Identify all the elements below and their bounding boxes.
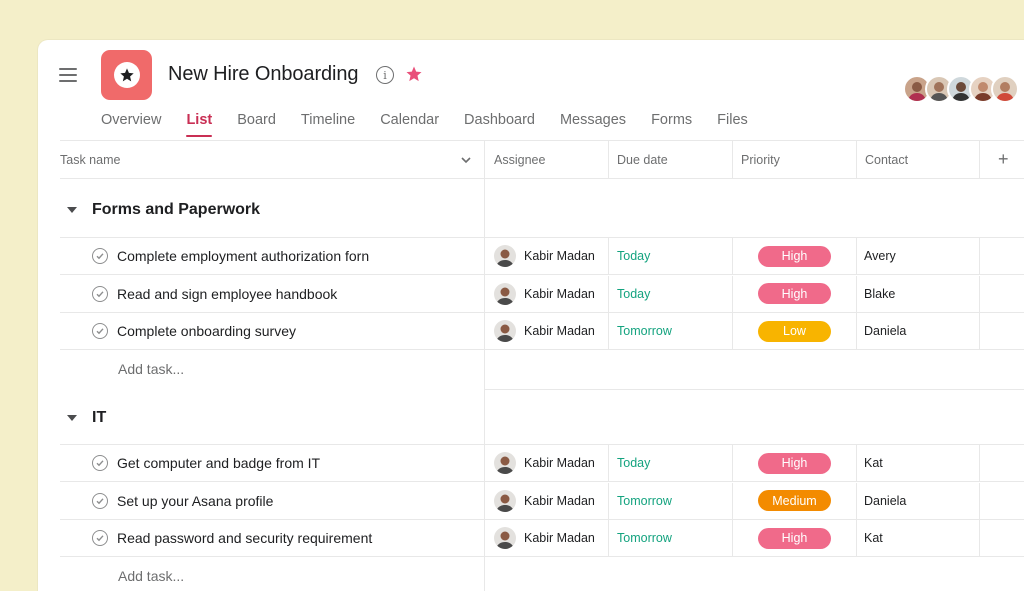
priority-cell[interactable]: Low (758, 313, 831, 349)
column-priority[interactable]: Priority (741, 141, 780, 178)
complete-checkbox-icon[interactable] (92, 285, 108, 302)
table-row[interactable]: Get computer and badge from IT Kabir Mada… (60, 445, 1024, 482)
caret-down-icon[interactable] (67, 207, 77, 213)
assignee-name: Kabir Madan (524, 324, 595, 338)
member-avatars[interactable] (903, 75, 1019, 103)
avatar (494, 320, 516, 342)
complete-checkbox-icon[interactable] (92, 530, 108, 546)
divider (979, 141, 980, 179)
table-row[interactable]: Complete employment authorization forn Ka… (60, 238, 1024, 275)
avatar (494, 282, 516, 305)
project-title: New Hire Onboarding (168, 63, 359, 85)
due-date[interactable]: Tomorrow (617, 483, 672, 519)
column-header-row: Task name Assignee Due date Priority Con… (60, 141, 1024, 179)
assignee-cell[interactable]: Kabir Madan (494, 276, 595, 312)
chevron-down-icon[interactable] (460, 154, 472, 166)
priority-badge: High (758, 283, 831, 304)
add-column-button[interactable]: + (998, 141, 1009, 178)
avatar (494, 245, 516, 267)
task-name[interactable]: Complete employment authorization forn (117, 238, 369, 274)
avatar (494, 452, 516, 474)
due-date[interactable]: Today (617, 276, 650, 312)
assignee-cell[interactable]: Kabir Madan (494, 483, 595, 519)
section-header[interactable]: Forms and Paperwork (67, 201, 260, 219)
assignee-cell[interactable]: Kabir Madan (494, 313, 595, 349)
due-date[interactable]: Today (617, 238, 650, 274)
table-row[interactable]: Read and sign employee handbook Kabir Mad… (60, 275, 1024, 313)
priority-badge: High (758, 245, 831, 267)
complete-checkbox-icon[interactable] (92, 248, 108, 264)
caret-down-icon[interactable] (67, 415, 77, 421)
column-contact[interactable]: Contact (865, 141, 908, 178)
avatar[interactable] (991, 75, 1019, 103)
task-name[interactable]: Get computer and badge from IT (117, 445, 320, 481)
priority-badge: Low (758, 320, 831, 342)
divider (732, 141, 733, 179)
priority-cell[interactable]: High (758, 445, 831, 481)
task-name[interactable]: Read password and security requirement (117, 520, 372, 556)
complete-checkbox-icon[interactable] (92, 323, 108, 339)
assignee-name: Kabir Madan (524, 493, 595, 508)
tab-timeline[interactable]: Timeline (301, 112, 355, 137)
tab-files[interactable]: Files (717, 112, 748, 137)
contact-cell[interactable]: Kat (864, 520, 883, 556)
tab-forms[interactable]: Forms (651, 112, 692, 137)
assignee-cell[interactable]: Kabir Madan (494, 445, 595, 481)
project-tabs: Overview List Board Timeline Calendar Da… (101, 112, 773, 137)
tab-list[interactable]: List (186, 112, 212, 137)
divider (484, 389, 1024, 390)
menu-icon[interactable] (59, 68, 77, 82)
tab-overview[interactable]: Overview (101, 112, 161, 137)
assignee-cell[interactable]: Kabir Madan (494, 238, 595, 274)
priority-badge: Medium (758, 490, 831, 511)
column-due-date[interactable]: Due date (617, 141, 668, 178)
divider (856, 141, 857, 179)
table-row[interactable]: Read password and security requirement Ka… (60, 520, 1024, 557)
contact-cell[interactable]: Blake (864, 276, 895, 312)
project-icon[interactable] (101, 50, 152, 100)
complete-checkbox-icon[interactable] (92, 492, 108, 509)
tab-dashboard[interactable]: Dashboard (464, 112, 535, 137)
add-task-button[interactable]: Add task... (118, 361, 184, 377)
contact-cell[interactable]: Kat (864, 445, 883, 481)
add-task-button[interactable]: Add task... (118, 568, 184, 584)
avatar (494, 489, 516, 512)
priority-badge: High (758, 527, 831, 549)
contact-cell[interactable]: Daniela (864, 313, 906, 349)
contact-cell[interactable]: Avery (864, 238, 896, 274)
priority-cell[interactable]: Medium (758, 483, 831, 519)
assignee-name: Kabir Madan (524, 531, 595, 545)
info-icon[interactable]: i (376, 66, 394, 84)
complete-checkbox-icon[interactable] (92, 455, 108, 471)
due-date[interactable]: Tomorrow (617, 313, 672, 349)
tab-calendar[interactable]: Calendar (380, 112, 439, 137)
priority-cell[interactable]: High (758, 238, 831, 274)
table-row[interactable]: Set up your Asana profile Kabir Madan Tomo… (60, 482, 1024, 520)
column-assignee[interactable]: Assignee (494, 141, 545, 178)
priority-cell[interactable]: High (758, 520, 831, 556)
task-name[interactable]: Complete onboarding survey (117, 313, 296, 349)
task-name[interactable]: Read and sign employee handbook (117, 276, 337, 312)
tab-messages[interactable]: Messages (560, 112, 626, 137)
favorite-star-icon[interactable] (405, 65, 423, 83)
assignee-name: Kabir Madan (524, 286, 595, 301)
assignee-name: Kabir Madan (524, 249, 595, 263)
due-date[interactable]: Tomorrow (617, 520, 672, 556)
divider (608, 141, 609, 179)
task-name[interactable]: Set up your Asana profile (117, 483, 273, 519)
column-task-name[interactable]: Task name (60, 141, 484, 178)
table-row[interactable]: Complete onboarding survey Kabir Madan Tom… (60, 313, 1024, 350)
due-date[interactable]: Today (617, 445, 650, 481)
star-icon (119, 68, 134, 82)
priority-badge: High (758, 452, 831, 474)
avatar (494, 527, 516, 549)
contact-cell[interactable]: Daniela (864, 483, 906, 519)
assignee-name: Kabir Madan (524, 456, 595, 470)
priority-cell[interactable]: High (758, 276, 831, 312)
tab-board[interactable]: Board (237, 112, 276, 137)
section-header[interactable]: IT (67, 409, 106, 427)
assignee-cell[interactable]: Kabir Madan (494, 520, 595, 556)
